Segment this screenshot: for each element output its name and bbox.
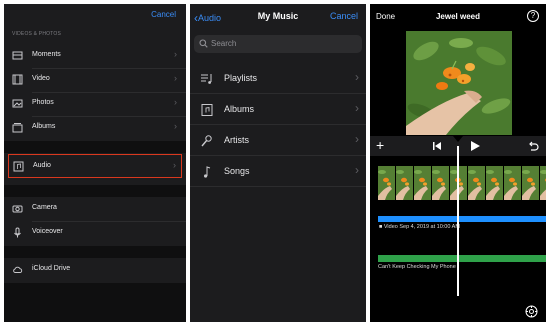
section-header: VIDEOS & PHOTOS bbox=[12, 31, 62, 37]
settings-icon[interactable] bbox=[525, 305, 538, 318]
chevron-right-icon: › bbox=[174, 49, 177, 59]
cloud-icon bbox=[13, 266, 23, 273]
clip-frame-thumbnail bbox=[504, 166, 521, 200]
playhead-marker bbox=[453, 136, 463, 142]
source-item-audio[interactable]: Audio › bbox=[8, 154, 182, 178]
clip-frame-thumbnail bbox=[414, 166, 431, 200]
chevron-right-icon: › bbox=[174, 73, 177, 83]
chevron-right-icon: › bbox=[355, 70, 359, 84]
photo-icon bbox=[12, 99, 23, 108]
music-item-songs[interactable]: Songs › bbox=[190, 157, 366, 187]
chevron-right-icon: › bbox=[355, 163, 359, 177]
clip-frame-thumbnail bbox=[486, 166, 503, 200]
film-icon bbox=[12, 74, 23, 85]
chevron-right-icon: › bbox=[173, 160, 176, 170]
video-preview[interactable] bbox=[406, 31, 512, 135]
skip-back-icon[interactable] bbox=[432, 141, 442, 151]
project-title: Jewel weed bbox=[435, 12, 481, 21]
panel-footer bbox=[4, 283, 186, 322]
source-item-label: Camera bbox=[32, 204, 57, 211]
section-gap bbox=[4, 246, 186, 258]
music-item-playlists[interactable]: Playlists › bbox=[190, 64, 366, 94]
audio-icon bbox=[13, 161, 24, 172]
clip-frame-thumbnail bbox=[468, 166, 485, 200]
video-track-bar[interactable] bbox=[378, 216, 546, 222]
source-item-voiceover[interactable]: Voiceover bbox=[4, 221, 186, 245]
audio-track-bar[interactable] bbox=[378, 255, 546, 262]
navigation-bar: ‹Audio My Music Cancel bbox=[190, 4, 366, 30]
album-icon bbox=[201, 104, 213, 116]
audio-track-label: Can't Keep Checking My Phone bbox=[378, 264, 456, 270]
source-item-albums[interactable]: Albums › bbox=[4, 116, 186, 140]
clip-frame-thumbnail bbox=[396, 166, 413, 200]
play-icon[interactable] bbox=[469, 140, 481, 152]
import-header: Cancel bbox=[4, 4, 186, 22]
note-icon bbox=[204, 166, 211, 178]
source-item-label: Audio bbox=[33, 162, 51, 169]
source-item-video[interactable]: Video › bbox=[4, 68, 186, 92]
section-gap bbox=[4, 141, 186, 153]
project-editor-panel: Done Jewel weed ? + ■ Video Sep 4, 2019 … bbox=[370, 4, 546, 322]
playlist-icon bbox=[201, 74, 212, 84]
moments-icon bbox=[12, 51, 23, 60]
plus-icon[interactable]: + bbox=[376, 137, 384, 153]
video-track-label: ■ Video Sep 4, 2019 at 10:00 AM bbox=[379, 224, 460, 230]
source-item-label: Moments bbox=[32, 51, 61, 58]
clip-frame-thumbnail bbox=[432, 166, 449, 200]
import-sources-panel: Cancel VIDEOS & PHOTOS Moments › Video ›… bbox=[4, 4, 186, 322]
source-item-moments[interactable]: Moments › bbox=[4, 44, 186, 68]
chevron-right-icon: › bbox=[355, 101, 359, 115]
music-item-albums[interactable]: Albums › bbox=[190, 95, 366, 125]
cancel-button[interactable]: Cancel bbox=[330, 11, 358, 21]
search-field[interactable]: Search bbox=[194, 35, 362, 53]
albums-icon bbox=[12, 123, 23, 133]
source-item-label: Voiceover bbox=[32, 228, 63, 235]
clip-frame-thumbnail bbox=[450, 166, 467, 200]
search-placeholder: Search bbox=[211, 39, 237, 48]
microphone-icon bbox=[14, 227, 21, 238]
chevron-right-icon: › bbox=[174, 121, 177, 131]
clip-frame-thumbnail bbox=[522, 166, 539, 200]
video-track-text: Video Sep 4, 2019 at 10:00 AM bbox=[383, 224, 460, 230]
music-item-label: Songs bbox=[224, 166, 250, 176]
source-item-label: Video bbox=[32, 75, 50, 82]
source-item-label: iCloud Drive bbox=[32, 265, 71, 272]
camera-icon bbox=[12, 205, 23, 213]
cancel-button[interactable]: Cancel bbox=[151, 10, 176, 19]
source-item-label: Photos bbox=[32, 99, 54, 106]
undo-icon[interactable] bbox=[527, 140, 539, 152]
my-music-panel: ‹Audio My Music Cancel Search Playlists … bbox=[190, 4, 366, 322]
source-item-icloud[interactable]: iCloud Drive bbox=[4, 258, 186, 282]
chevron-right-icon: › bbox=[355, 132, 359, 146]
playhead-line[interactable] bbox=[457, 146, 459, 296]
music-item-label: Artists bbox=[224, 135, 250, 145]
artist-icon bbox=[201, 135, 212, 147]
music-item-artists[interactable]: Artists › bbox=[190, 126, 366, 156]
source-item-camera[interactable]: Camera bbox=[4, 197, 186, 221]
clip-frame-thumbnail bbox=[378, 166, 395, 200]
flower-photo bbox=[406, 31, 512, 135]
music-item-label: Playlists bbox=[224, 73, 258, 83]
clip-frame-thumbnail bbox=[540, 166, 546, 200]
music-item-label: Albums bbox=[224, 104, 255, 114]
chevron-right-icon: › bbox=[174, 97, 177, 107]
source-item-photos[interactable]: Photos › bbox=[4, 92, 186, 116]
search-icon bbox=[199, 39, 208, 48]
help-button[interactable]: ? bbox=[527, 10, 539, 22]
source-item-label: Albums bbox=[32, 123, 56, 130]
video-clip[interactable] bbox=[378, 166, 546, 200]
section-gap bbox=[4, 185, 186, 197]
